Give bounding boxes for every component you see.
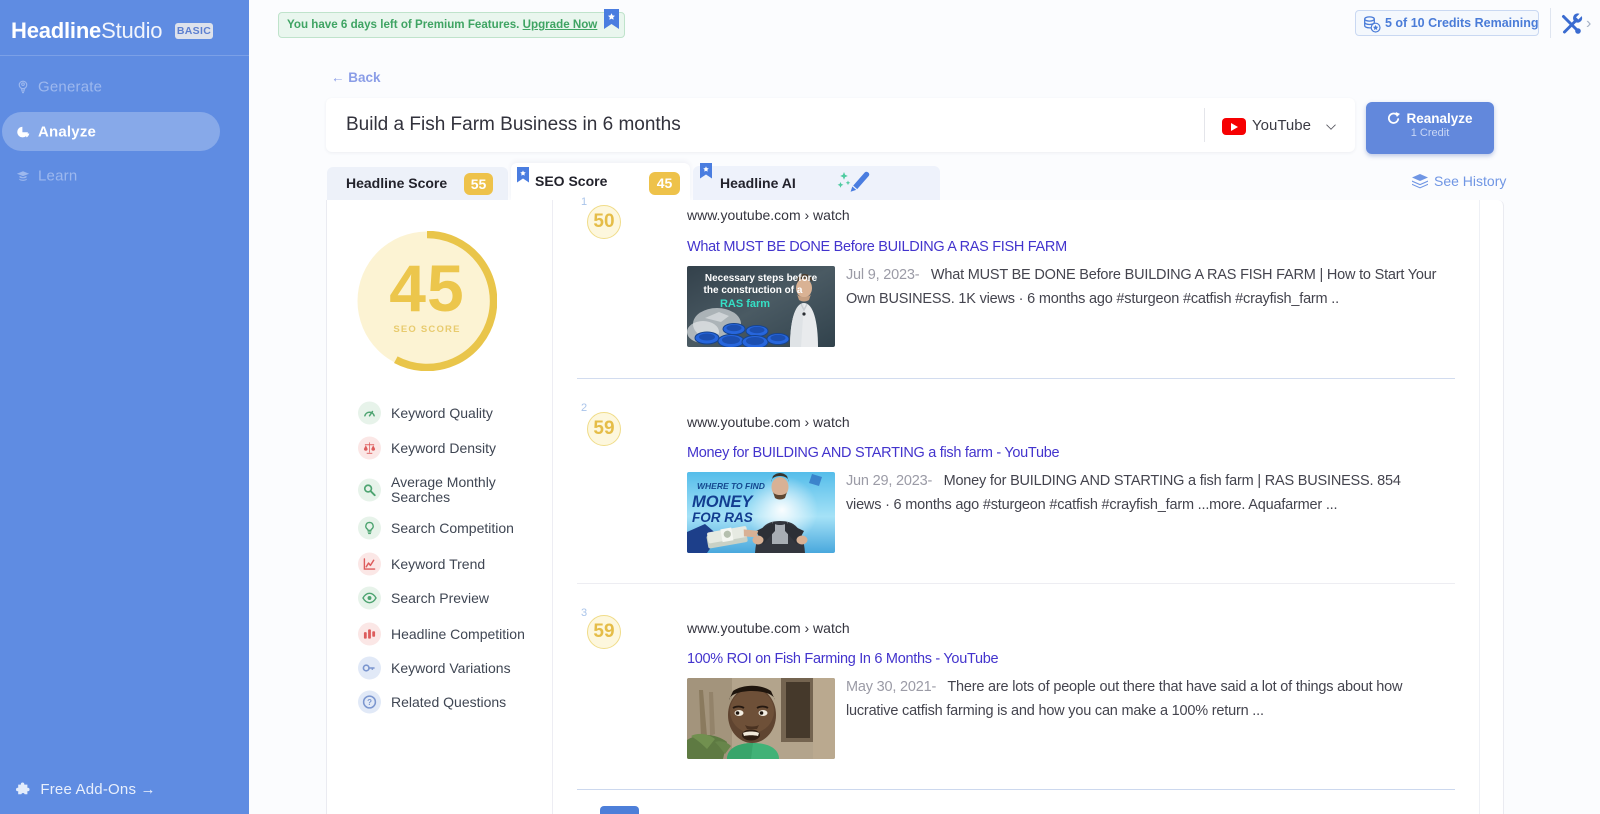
svg-text:MONEY: MONEY bbox=[692, 493, 755, 511]
svg-text:the construction of a: the construction of a bbox=[704, 285, 803, 296]
svg-text:?: ? bbox=[367, 698, 372, 707]
svg-text:Necessary steps before: Necessary steps before bbox=[705, 273, 818, 284]
svg-text:WHERE TO FIND: WHERE TO FIND bbox=[697, 481, 765, 491]
svg-text:FOR RAS: FOR RAS bbox=[692, 510, 753, 525]
svg-text:RAS farm: RAS farm bbox=[720, 298, 770, 310]
